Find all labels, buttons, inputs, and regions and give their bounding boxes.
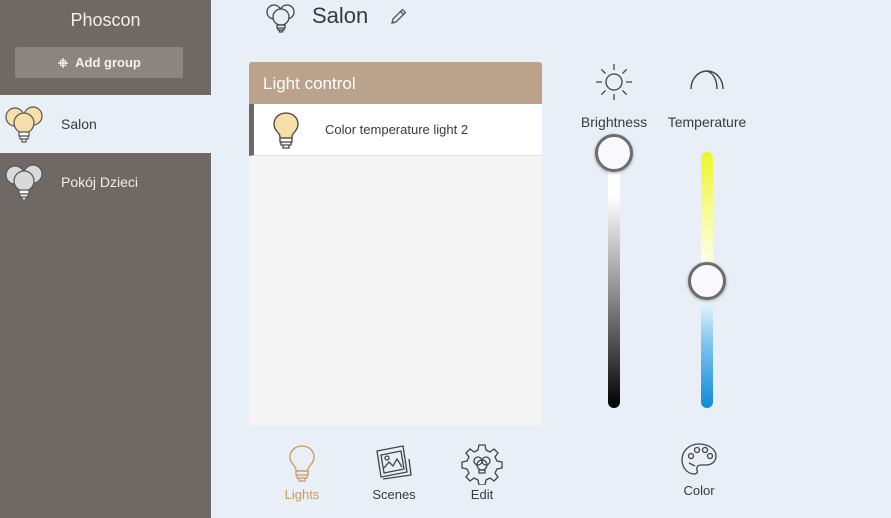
tab-lights[interactable]: Lights: [272, 443, 332, 502]
brightness-label: Brightness: [580, 114, 648, 130]
light-group-icon: [5, 106, 43, 143]
add-group-label: Add group: [75, 55, 141, 70]
scenes-icon: [376, 445, 412, 480]
temperature-dial-icon: [690, 70, 724, 90]
brightness-slider-track[interactable]: [608, 150, 620, 408]
light-label: Color temperature light 2: [325, 122, 469, 137]
tab-scenes-label: Scenes: [372, 487, 416, 502]
temperature-slider-handle[interactable]: [688, 262, 726, 300]
light-group-icon: [266, 4, 295, 33]
sidebar-item-pokoj-dzieci[interactable]: Pokój Dzieci: [0, 153, 211, 211]
brightness-slider-handle[interactable]: [595, 134, 633, 172]
gear-icon: [461, 444, 503, 485]
sidebar-item-label: Pokój Dzieci: [61, 174, 139, 190]
palette-icon: [681, 443, 717, 475]
tab-edit[interactable]: Edit: [452, 443, 512, 502]
pencil-icon[interactable]: [389, 6, 409, 26]
page-title: Salon: [312, 3, 369, 28]
color-button[interactable]: Color: [669, 441, 729, 498]
plus-icon: [58, 57, 69, 68]
light-item[interactable]: Color temperature light 2: [249, 104, 542, 156]
panel-title: Light control: [249, 62, 542, 104]
sun-icon: [596, 64, 632, 100]
sidebar-item-salon[interactable]: Salon: [0, 95, 211, 153]
add-group-button[interactable]: Add group: [15, 47, 183, 78]
temperature-label: Temperature: [667, 114, 747, 130]
sidebar: Phoscon Add group Salon Pokój Dzieci: [0, 0, 211, 518]
tab-scenes[interactable]: Scenes: [364, 443, 424, 502]
bulb-icon: [289, 445, 315, 482]
tab-lights-label: Lights: [284, 487, 320, 502]
bulb-icon: [273, 112, 299, 149]
tab-edit-label: Edit: [470, 487, 494, 502]
sidebar-item-label: Salon: [61, 116, 97, 132]
light-control-panel: Light control Color temperature light 2: [249, 62, 542, 426]
light-group-icon: [5, 164, 43, 201]
brand-title: Phoscon: [70, 10, 141, 30]
color-label: Color: [683, 483, 715, 498]
